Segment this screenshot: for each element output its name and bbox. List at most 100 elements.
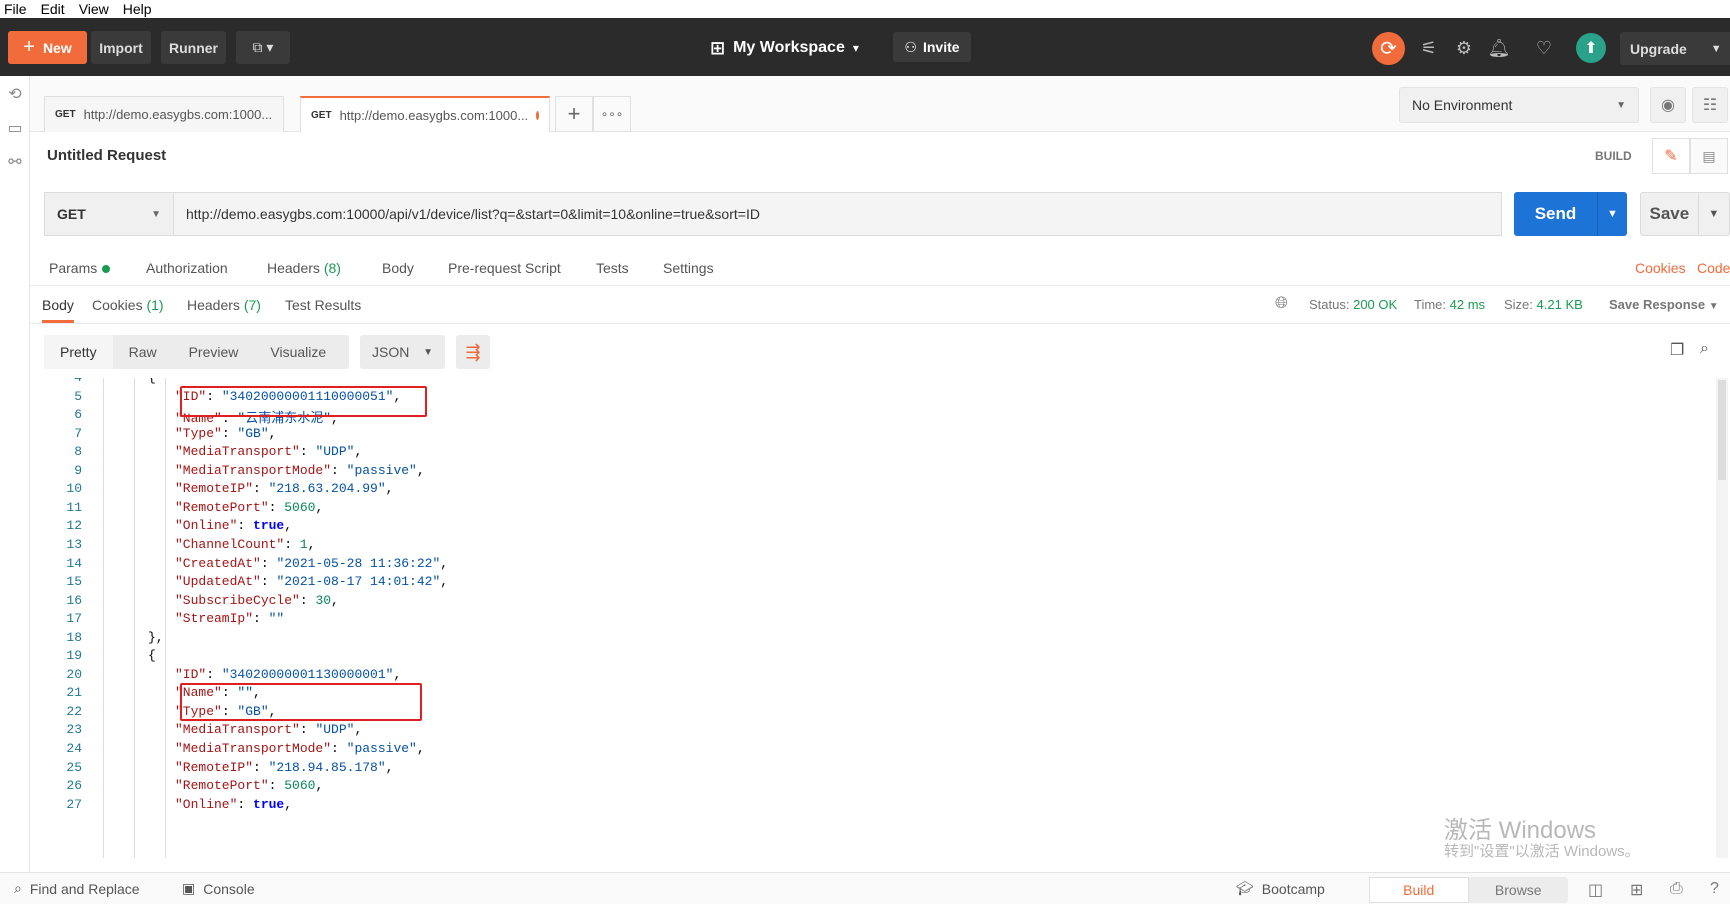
graduation-cap-icon: 🎓︎ (1236, 880, 1254, 896)
tab-settings[interactable]: Settings (663, 260, 714, 276)
import-button[interactable]: Import (91, 31, 151, 64)
tab-tests[interactable]: Tests (596, 260, 629, 276)
size-readout: Size: 4.21 KB (1504, 297, 1583, 312)
search-icon: ⌕ (14, 880, 22, 896)
line-number: 21 (66, 685, 82, 701)
tab-test-results[interactable]: Test Results (285, 297, 361, 313)
two-pane-icon[interactable]: ◫ (1588, 880, 1603, 900)
code-line: "ChannelCount": 1, (175, 536, 316, 552)
tab-authorization[interactable]: Authorization (146, 260, 228, 276)
view-raw-button[interactable]: Raw (113, 344, 173, 360)
browse-toggle[interactable]: Browse (1469, 877, 1569, 903)
globe-icon[interactable]: 🌐︎ (1275, 295, 1288, 313)
more-tabs-button[interactable]: ∘∘∘ (593, 96, 631, 132)
line-number: 13 (66, 536, 82, 552)
chevron-down-icon: ▼ (423, 346, 433, 358)
tab-body[interactable]: Body (382, 260, 414, 276)
collections-icon[interactable]: ▭ (5, 118, 25, 138)
search-icon[interactable]: ⌕ (1700, 340, 1709, 358)
history-icon[interactable]: ⟲ (5, 84, 25, 104)
window-icon: ⧉ ▾ (252, 39, 274, 55)
code-line: "Type": "GB", (175, 425, 277, 441)
sync-icon[interactable]: ⟳ (1372, 32, 1405, 65)
tab-response-headers[interactable]: Headers (7) (187, 297, 261, 313)
line-number: 12 (66, 518, 82, 534)
menu-file[interactable]: File (4, 1, 27, 17)
send-options-icon[interactable]: ▼ (1597, 192, 1627, 236)
request-name[interactable]: Untitled Request (47, 147, 166, 164)
wrap-lines-icon[interactable]: ⇶ (456, 335, 490, 369)
view-preview-button[interactable]: Preview (173, 344, 255, 360)
comment-icon[interactable]: ▤ (1690, 138, 1728, 174)
invite-button[interactable]: ⚇ Invite (893, 32, 971, 62)
menu-bar: File Edit View Help (0, 0, 1730, 18)
view-pretty-button[interactable]: Pretty (44, 335, 113, 369)
add-tab-button[interactable]: + (555, 96, 593, 132)
view-visualize-button[interactable]: Visualize (254, 344, 342, 360)
menu-help[interactable]: Help (123, 1, 152, 17)
response-body-editor[interactable]: 4{5"ID": "34020000001110000051",6"Name":… (30, 378, 1720, 858)
vertical-scrollbar[interactable] (1716, 378, 1728, 858)
workspace-switcher[interactable]: ⊞ My Workspace ▾ (710, 34, 859, 62)
code-line: "RemotePort": 5060, (175, 499, 324, 515)
send-button[interactable]: Send ▼ (1514, 192, 1627, 236)
help-icon[interactable]: ? (1710, 880, 1719, 898)
code-line: "MediaTransport": "UDP", (175, 722, 363, 738)
capture-icon[interactable]: ⎙ (1670, 880, 1683, 898)
upgrade-button[interactable]: Upgrade ▼ (1620, 32, 1730, 65)
code-line: "CreatedAt": "2021-05-28 11:36:22", (175, 555, 449, 571)
layout-icon[interactable]: ⊞ (1630, 880, 1643, 900)
runner-button[interactable]: Runner (161, 31, 226, 64)
code-line: { (148, 378, 156, 385)
time-readout: Time: 42 ms (1414, 297, 1486, 312)
save-button[interactable]: Save ▼ (1640, 192, 1730, 236)
request-tab-2[interactable]: GET http://demo.easygbs.com:1000... (300, 96, 550, 133)
pencil-icon[interactable]: ✎ (1652, 138, 1690, 174)
line-number: 16 (66, 592, 82, 608)
cookies-link[interactable]: Cookies (1635, 260, 1686, 276)
line-number: 5 (74, 388, 82, 404)
menu-edit[interactable]: Edit (41, 1, 65, 17)
copy-icon[interactable]: ❐ (1670, 340, 1684, 360)
request-tab-1[interactable]: GET http://demo.easygbs.com:1000... (44, 96, 284, 132)
tab-prerequest-script[interactable]: Pre-request Script (448, 260, 561, 276)
tab-headers[interactable]: Headers (8) (267, 260, 341, 276)
line-number: 25 (66, 759, 82, 775)
indent-guide (165, 378, 166, 858)
method-select[interactable]: GET ▼ (44, 192, 174, 236)
menu-view[interactable]: View (79, 1, 109, 17)
url-input[interactable]: http://demo.easygbs.com:10000/api/v1/dev… (174, 192, 1502, 236)
notification-bell-icon[interactable]: 🔔︎ (1487, 36, 1511, 60)
settings-icon[interactable]: ⚙ (1452, 36, 1476, 60)
scrollbar-thumb[interactable] (1718, 380, 1726, 480)
line-number: 27 (66, 796, 82, 812)
new-button[interactable]: + New (8, 31, 87, 64)
avatar[interactable]: ⬆ (1576, 33, 1606, 63)
tab-params[interactable]: Params (49, 260, 111, 276)
highlight-box-id-1 (180, 386, 427, 417)
build-toggle[interactable]: Build (1369, 877, 1469, 903)
console-button[interactable]: ▣ Console (182, 880, 255, 897)
save-options-icon[interactable]: ▼ (1697, 192, 1729, 236)
status-bar: ⌕ Find and Replace ▣ Console 🎓︎ Bootcamp Bu… (0, 872, 1730, 904)
code-line: "MediaTransportMode": "passive", (175, 741, 425, 756)
satellite-icon[interactable]: ⚟ (1417, 36, 1441, 60)
tab-response-body[interactable]: Body (42, 297, 74, 323)
workspace-label: My Workspace (733, 39, 845, 56)
chevron-down-icon: ▼ (1710, 42, 1722, 55)
apis-icon[interactable]: ⚯ (5, 152, 25, 172)
line-number: 20 (66, 666, 82, 682)
eye-icon[interactable]: ◉ (1650, 87, 1686, 123)
environment-select[interactable]: No Environment ▼ (1399, 87, 1639, 123)
format-select[interactable]: JSON ▼ (360, 335, 445, 369)
code-line: }, (148, 629, 164, 645)
bootcamp-button[interactable]: 🎓︎ Bootcamp (1236, 880, 1325, 897)
line-number: 22 (66, 703, 82, 719)
new-window-button[interactable]: ⧉ ▾ (236, 31, 290, 64)
tab-response-cookies[interactable]: Cookies (1) (92, 297, 164, 313)
code-link[interactable]: Code (1697, 260, 1730, 276)
save-response-button[interactable]: Save Response ▼ (1609, 297, 1719, 312)
find-replace-button[interactable]: ⌕ Find and Replace (14, 880, 140, 897)
environment-settings-icon[interactable]: ☷ (1692, 87, 1728, 123)
heart-icon[interactable]: ♡ (1532, 36, 1556, 60)
